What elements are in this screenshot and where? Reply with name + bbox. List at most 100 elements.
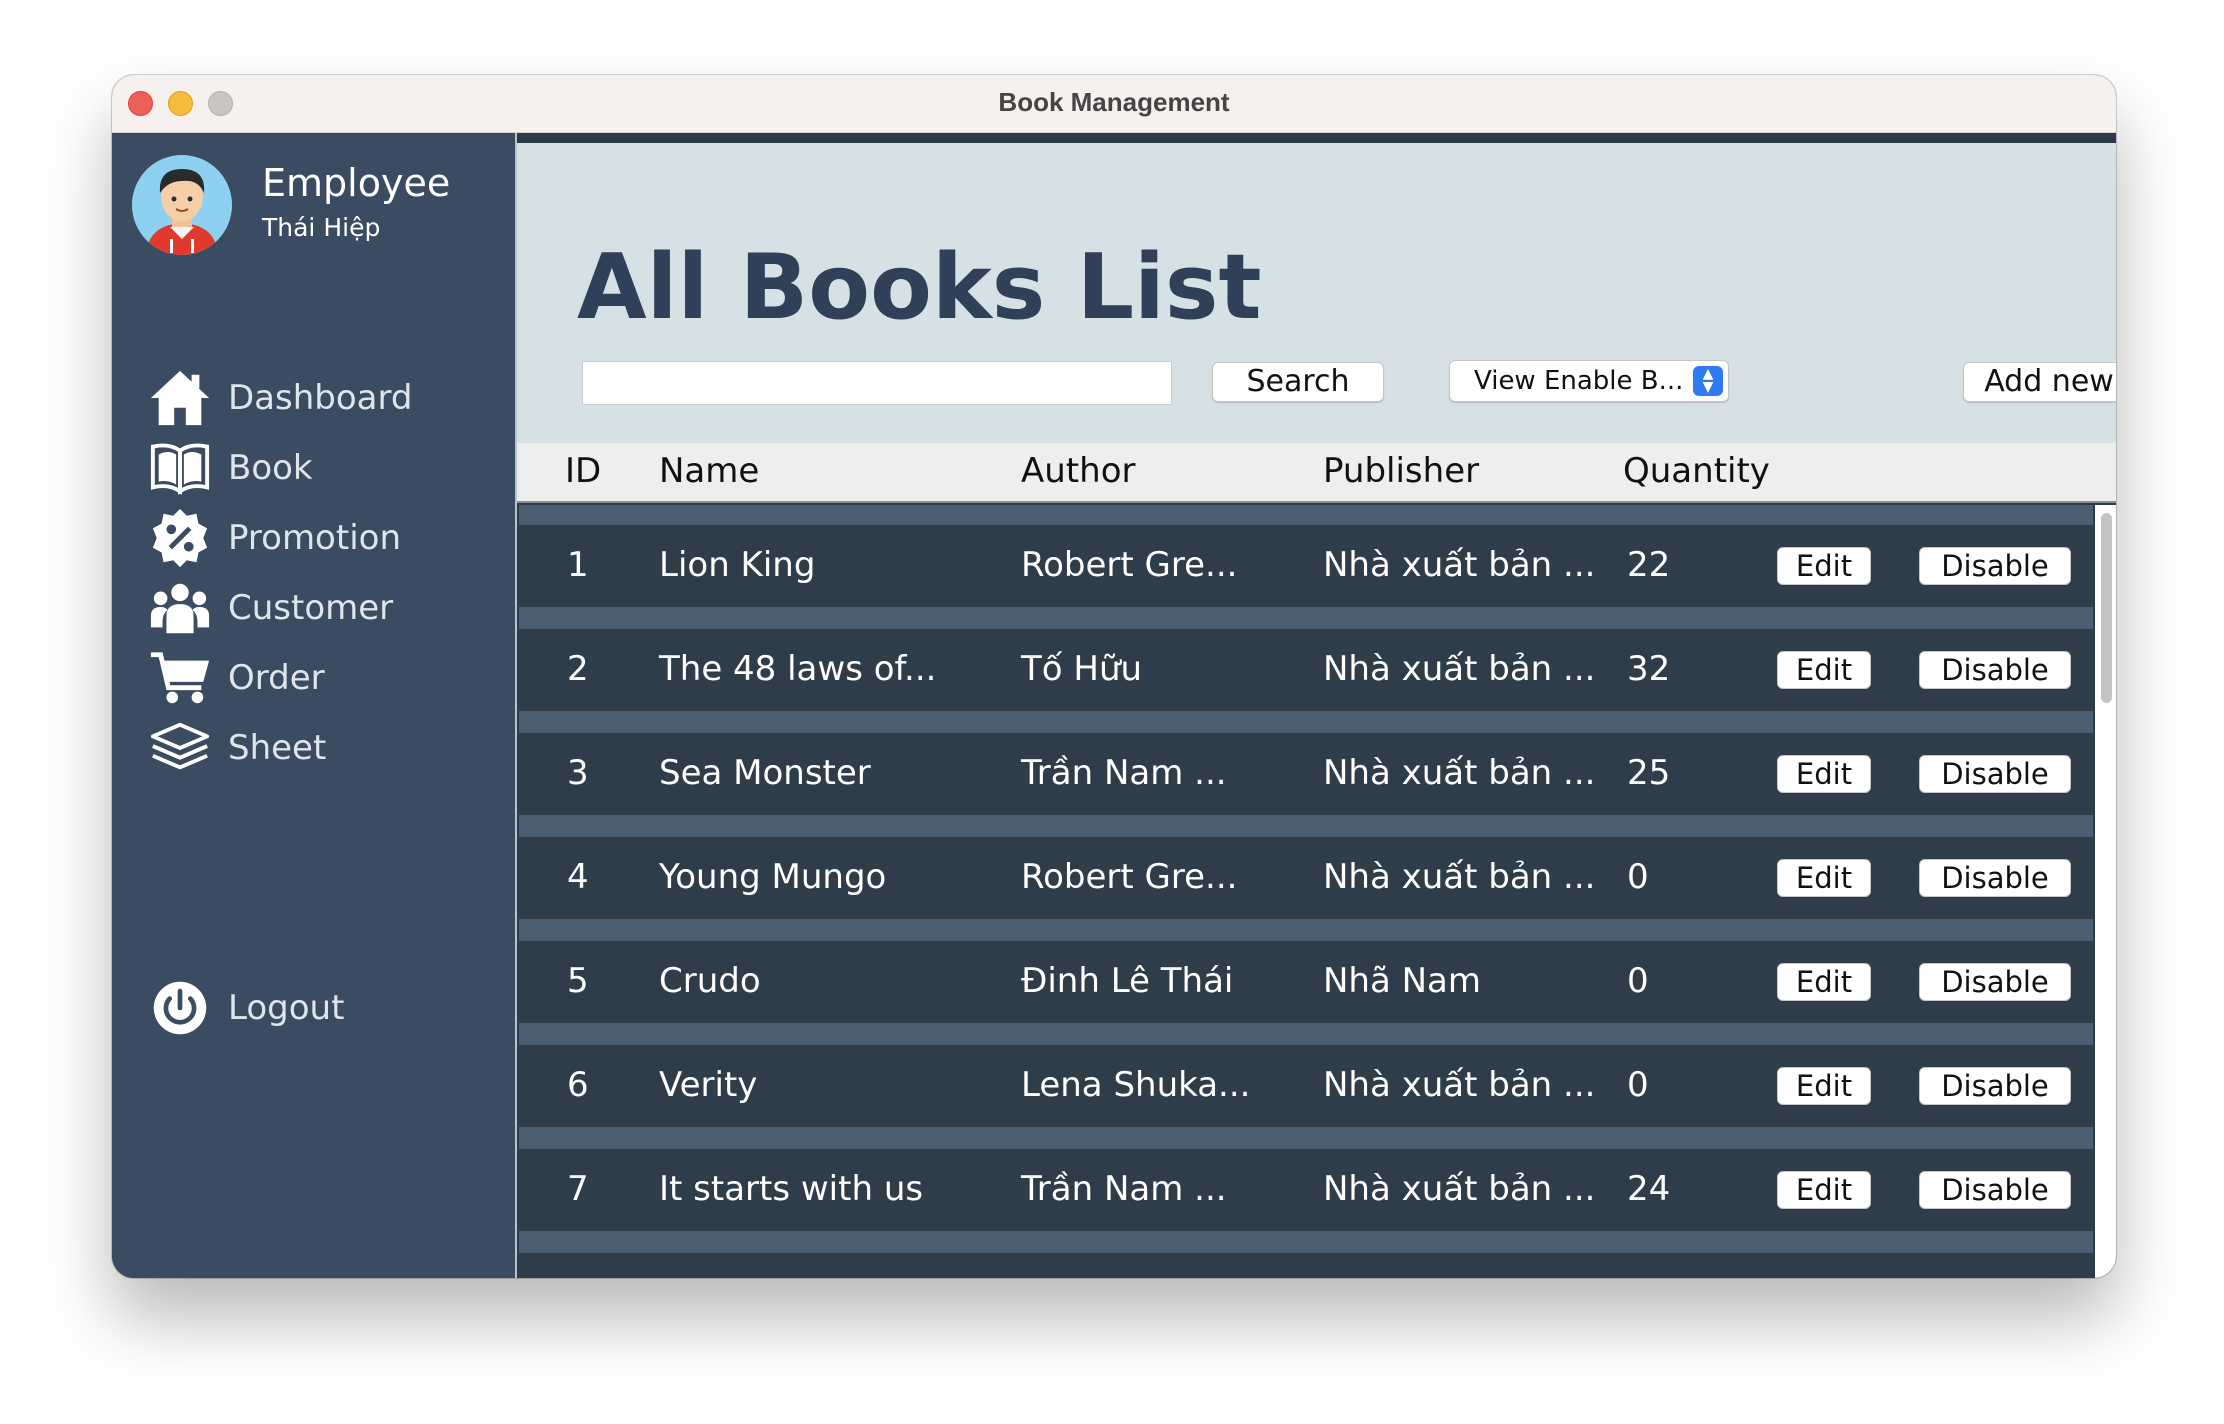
main-content: All Books List Search View Enable B... ▲… — [515, 133, 2116, 1278]
table-header: ID Name Author Publisher Quantity — [517, 443, 2116, 503]
table-row[interactable]: 1 Lion King Robert Gre... Nhà xuất bản .… — [519, 525, 2093, 607]
cell-name: Crudo — [659, 961, 761, 1001]
scrollbar-thumb[interactable] — [2101, 513, 2112, 703]
cell-publisher: Nhà xuất bản ... — [1323, 1065, 1596, 1105]
cell-name: Verity — [659, 1065, 758, 1105]
user-name: Thái Hiệp — [262, 213, 381, 242]
search-input[interactable] — [582, 361, 1172, 405]
edit-button[interactable]: Edit — [1777, 963, 1871, 1001]
layers-icon — [148, 716, 212, 780]
nav-dashboard[interactable]: Dashboard — [148, 363, 488, 433]
nav-book[interactable]: Book — [148, 433, 488, 503]
promotion-badge-icon — [148, 506, 212, 570]
add-new-button[interactable]: Add new — [1963, 362, 2116, 402]
cell-quantity: 25 — [1627, 753, 1671, 793]
cell-name: Sea Monster — [659, 753, 871, 793]
cell-quantity: 32 — [1627, 649, 1671, 689]
cell-name: Young Mungo — [659, 857, 887, 897]
home-icon — [148, 366, 212, 430]
cell-author: Trần Nam ... — [1021, 1169, 1227, 1209]
avatar — [132, 155, 232, 255]
edit-button[interactable]: Edit — [1777, 651, 1871, 689]
column-header-name[interactable]: Name — [659, 451, 759, 491]
cell-id: 4 — [567, 857, 589, 897]
page-title: All Books List — [577, 235, 1262, 340]
column-header-publisher[interactable]: Publisher — [1323, 451, 1479, 491]
table-row[interactable]: 2 The 48 laws of... Tố Hữu Nhà xuất bản … — [519, 629, 2093, 711]
disable-button[interactable]: Disable — [1919, 963, 2071, 1001]
app-window: Book Management Employee Thái Hiệp Dashb… — [112, 75, 2116, 1278]
table-row[interactable]: 6 Verity Lena Shuka... Nhà xuất bản ... … — [519, 1045, 2093, 1127]
table-row[interactable]: 4 Young Mungo Robert Gre... Nhà xuất bản… — [519, 837, 2093, 919]
cell-author: Tố Hữu — [1021, 649, 1143, 689]
column-header-quantity[interactable]: Quantity — [1623, 451, 1770, 491]
edit-button[interactable]: Edit — [1777, 859, 1871, 897]
window-title: Book Management — [998, 87, 1230, 117]
cell-name: The 48 laws of... — [659, 649, 937, 689]
edit-button[interactable]: Edit — [1777, 755, 1871, 793]
edit-button[interactable]: Edit — [1777, 1171, 1871, 1209]
cell-name: Lion King — [659, 545, 816, 585]
disable-button[interactable]: Disable — [1919, 651, 2071, 689]
disable-button[interactable]: Disable — [1919, 755, 2071, 793]
table-body: 1 Lion King Robert Gre... Nhà xuất bản .… — [519, 505, 2093, 1278]
cart-icon — [148, 646, 212, 710]
nav-promotion-label: Promotion — [228, 518, 401, 558]
avatar-icon — [132, 155, 232, 255]
page-header: All Books List Search View Enable B... ▲… — [517, 143, 2116, 443]
disable-button[interactable]: Disable — [1919, 1067, 2071, 1105]
cell-author: Đinh Lê Thái — [1021, 961, 1234, 1001]
nav-sheet-label: Sheet — [228, 728, 327, 768]
cell-quantity: 0 — [1627, 961, 1649, 1001]
cell-id: 1 — [567, 545, 589, 585]
nav-order[interactable]: Order — [148, 643, 488, 713]
disable-button[interactable]: Disable — [1919, 859, 2071, 897]
cell-author: Robert Gre... — [1021, 545, 1238, 585]
nav-sheet[interactable]: Sheet — [148, 713, 488, 783]
table-row-partial[interactable] — [519, 1253, 2093, 1278]
cell-quantity: 0 — [1627, 857, 1649, 897]
view-filter-select[interactable]: View Enable B... ▲ ▼ — [1449, 360, 1729, 402]
edit-button[interactable]: Edit — [1777, 547, 1871, 585]
cell-id: 2 — [567, 649, 589, 689]
cell-publisher: Nhà xuất bản ... — [1323, 1169, 1596, 1209]
cell-publisher: Nhà xuất bản ... — [1323, 649, 1596, 689]
search-button[interactable]: Search — [1212, 362, 1384, 402]
nav-book-label: Book — [228, 448, 313, 488]
disable-button[interactable]: Disable — [1919, 1171, 2071, 1209]
cell-id: 6 — [567, 1065, 589, 1105]
table-row[interactable]: 3 Sea Monster Trần Nam ... Nhà xuất bản … — [519, 733, 2093, 815]
cell-quantity: 0 — [1627, 1065, 1649, 1105]
user-role: Employee — [262, 161, 451, 205]
power-icon — [148, 976, 212, 1040]
customers-icon — [148, 576, 212, 640]
table-scrollbar[interactable] — [2095, 505, 2116, 1278]
table-row[interactable]: 5 Crudo Đinh Lê Thái Nhã Nam 0 Edit Disa… — [519, 941, 2093, 1023]
nav-customer-label: Customer — [228, 588, 394, 628]
table-row[interactable]: 7 It starts with us Trần Nam ... Nhà xuấ… — [519, 1149, 2093, 1231]
view-filter-value: View Enable B... — [1474, 366, 1684, 396]
nav-dashboard-label: Dashboard — [228, 378, 413, 418]
column-header-author[interactable]: Author — [1021, 451, 1135, 491]
title-bar: Book Management — [112, 75, 2116, 133]
cell-author: Robert Gre... — [1021, 857, 1238, 897]
nav-customer[interactable]: Customer — [148, 573, 488, 643]
cell-name: It starts with us — [659, 1169, 924, 1209]
cell-id: 5 — [567, 961, 589, 1001]
disable-button[interactable]: Disable — [1919, 547, 2071, 585]
cell-id: 3 — [567, 753, 589, 793]
cell-author: Trần Nam ... — [1021, 753, 1227, 793]
logout-button[interactable]: Logout — [148, 973, 488, 1043]
cell-quantity: 24 — [1627, 1169, 1671, 1209]
cell-id: 7 — [567, 1169, 589, 1209]
cell-publisher: Nhà xuất bản ... — [1323, 857, 1596, 897]
cell-author: Lena Shuka... — [1021, 1065, 1251, 1105]
nav-promotion[interactable]: Promotion — [148, 503, 488, 573]
nav-order-label: Order — [228, 658, 325, 698]
edit-button[interactable]: Edit — [1777, 1067, 1871, 1105]
cell-publisher: Nhà xuất bản ... — [1323, 545, 1596, 585]
column-header-id[interactable]: ID — [565, 451, 601, 491]
sidebar: Employee Thái Hiệp Dashboard Book Promot… — [112, 133, 515, 1278]
logout-label: Logout — [228, 988, 345, 1028]
cell-quantity: 22 — [1627, 545, 1671, 585]
